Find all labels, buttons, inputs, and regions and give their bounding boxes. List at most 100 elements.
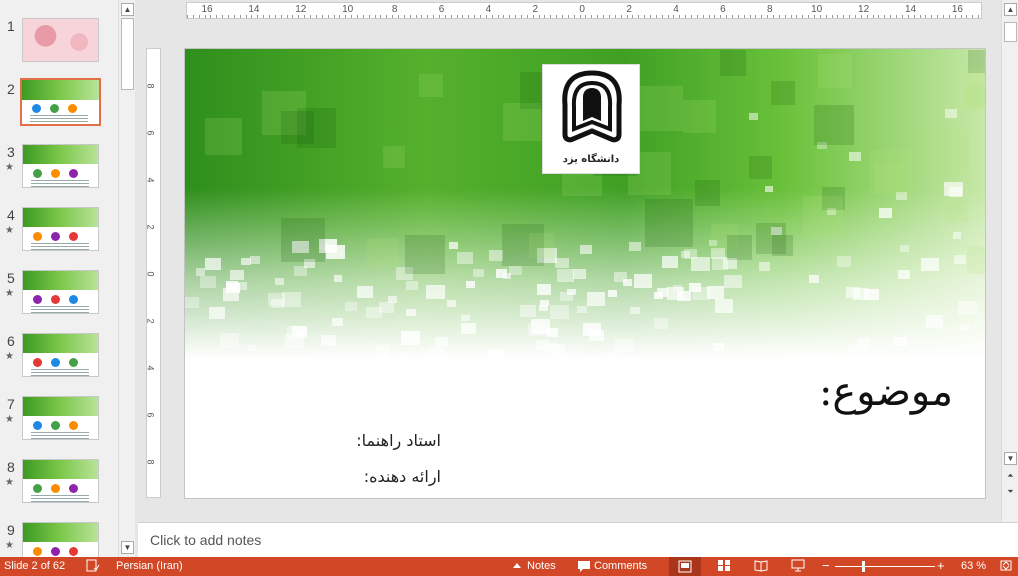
reading-view-icon[interactable] xyxy=(754,559,768,572)
notes-icon[interactable] xyxy=(510,559,524,572)
ruler-tick xyxy=(351,15,353,18)
slide-thumbnail[interactable] xyxy=(22,18,99,62)
background-tile xyxy=(200,276,216,288)
animation-star-icon: ★ xyxy=(5,162,14,173)
presenter-label[interactable]: ارائه دهنده: xyxy=(364,467,441,486)
slide-number: 9 xyxy=(7,522,15,538)
ruler-tick xyxy=(509,15,511,18)
slide-title[interactable]: موضوع: xyxy=(819,369,953,415)
comments-icon[interactable] xyxy=(577,559,591,572)
slide-thumbnail[interactable] xyxy=(22,522,99,557)
thumbnail-graphic xyxy=(50,104,59,113)
ruler-tick xyxy=(603,15,605,18)
current-slide[interactable]: دانشگاه یزد موضوع: استاد راهنما: ارائه د… xyxy=(184,48,986,499)
normal-view-button[interactable] xyxy=(669,557,701,576)
thumbnail-scrollbar[interactable]: ▲ ▼ xyxy=(118,0,135,557)
zoom-level[interactable]: 63 % xyxy=(961,560,986,572)
slide-thumbnail[interactable] xyxy=(22,459,99,503)
thumbnail-graphic xyxy=(69,295,78,304)
background-tile xyxy=(758,262,770,271)
background-tile xyxy=(334,275,343,282)
ruler-tick xyxy=(233,15,235,18)
background-tile xyxy=(225,281,238,291)
previous-slide-icon[interactable]: ⏶ xyxy=(1004,470,1017,483)
scroll-thumb[interactable] xyxy=(1004,22,1017,42)
ruler-tick xyxy=(280,15,282,18)
slide-thumbnail-row[interactable]: 5 ★ xyxy=(0,270,118,330)
thumbnail-graphic xyxy=(68,104,77,113)
status-bar: Slide 2 of 62 Persian (Iran) Notes Comme… xyxy=(0,557,1018,576)
scroll-thumb[interactable] xyxy=(121,18,134,90)
language-indicator[interactable]: Persian (Iran) xyxy=(116,560,183,572)
ruler-tick xyxy=(368,15,370,18)
next-slide-icon[interactable]: ⏷ xyxy=(1004,486,1017,499)
slide-thumbnail[interactable] xyxy=(20,78,101,126)
background-tile xyxy=(638,85,684,131)
zoom-slider-handle[interactable] xyxy=(862,561,865,572)
ruler-tick xyxy=(966,15,968,18)
scroll-down-icon[interactable]: ▼ xyxy=(121,541,134,554)
thumbnail-header-band xyxy=(23,334,98,353)
ruler-tick xyxy=(462,15,464,18)
slide-thumbnail[interactable] xyxy=(22,270,99,314)
slide-thumbnail[interactable] xyxy=(22,333,99,377)
spell-check-icon[interactable] xyxy=(86,559,100,572)
ruler-tick xyxy=(204,15,206,18)
slideshow-icon[interactable] xyxy=(791,559,805,572)
slide-thumbnail[interactable] xyxy=(22,396,99,440)
background-tile xyxy=(614,338,633,353)
zoom-slider[interactable] xyxy=(835,566,935,567)
animation-star-icon: ★ xyxy=(5,414,14,425)
university-logo[interactable]: دانشگاه یزد xyxy=(542,64,640,174)
slide-thumbnail-row[interactable]: 9 ★ xyxy=(0,522,118,557)
background-tile xyxy=(959,323,971,332)
notes-placeholder[interactable]: Click to add notes xyxy=(150,532,261,548)
slide-thumbnail[interactable] xyxy=(22,144,99,188)
slide-thumbnail-row[interactable]: 3 ★ xyxy=(0,144,118,204)
ruler-tick xyxy=(526,15,528,18)
logo-caption: دانشگاه یزد xyxy=(562,154,620,165)
ruler-tick xyxy=(339,15,341,18)
slide-thumbnail-row[interactable]: 1 xyxy=(0,18,118,78)
ruler-tick xyxy=(796,15,798,18)
thumbnail-header-band xyxy=(23,397,98,416)
ruler-tick xyxy=(597,15,599,18)
ruler-tick xyxy=(327,15,329,18)
advisor-label[interactable]: استاد راهنما: xyxy=(356,431,441,450)
slide-thumbnail-row[interactable]: 8 ★ xyxy=(0,459,118,519)
slide-thumbnail-row[interactable]: 2 xyxy=(0,78,118,141)
slide-thumbnail[interactable] xyxy=(22,207,99,251)
slide-counter[interactable]: Slide 2 of 62 xyxy=(4,560,65,572)
slide-thumbnail-row[interactable]: 7 ★ xyxy=(0,396,118,456)
background-tile xyxy=(894,336,908,346)
background-tile xyxy=(495,268,508,278)
ruler-tick xyxy=(755,15,757,18)
ruler-tick xyxy=(480,15,481,18)
slide-editor: 16 14 12 10 8 6 4 2 0 2 4 6 8 10 12 14 16 8 6 4 2 0 2 4 6 8 دانش… xyxy=(138,0,1000,522)
background-tile xyxy=(945,200,968,224)
editor-scrollbar[interactable]: ▲ ▼ ⏶ ⏷ xyxy=(1001,0,1018,522)
background-tile xyxy=(539,304,548,312)
ruler-tick xyxy=(649,15,651,18)
thumbnail-graphic xyxy=(33,232,42,241)
ruler-tick xyxy=(667,15,669,18)
ruler-tick xyxy=(843,15,845,18)
slide-thumbnail-row[interactable]: 6 ★ xyxy=(0,333,118,393)
fit-to-window-icon[interactable] xyxy=(999,559,1013,572)
notes-pane[interactable]: Click to add notes xyxy=(138,522,1018,557)
ruler-tick xyxy=(825,15,827,18)
scroll-up-icon[interactable]: ▲ xyxy=(121,3,134,16)
ruler-tick xyxy=(925,15,927,18)
scroll-down-icon[interactable]: ▼ xyxy=(1004,452,1017,465)
zoom-in-icon[interactable]: + xyxy=(937,558,945,573)
background-tile xyxy=(720,49,747,76)
zoom-out-icon[interactable]: − xyxy=(822,558,830,573)
scroll-up-icon[interactable]: ▲ xyxy=(1004,3,1017,16)
comments-button[interactable]: Comments xyxy=(594,560,647,572)
slide-sorter-icon[interactable] xyxy=(717,559,731,572)
slide-thumbnail-row[interactable]: 4 ★ xyxy=(0,207,118,267)
background-tile xyxy=(275,278,285,286)
notes-button[interactable]: Notes xyxy=(527,560,556,572)
background-tile xyxy=(900,245,910,253)
background-tile xyxy=(577,306,587,314)
